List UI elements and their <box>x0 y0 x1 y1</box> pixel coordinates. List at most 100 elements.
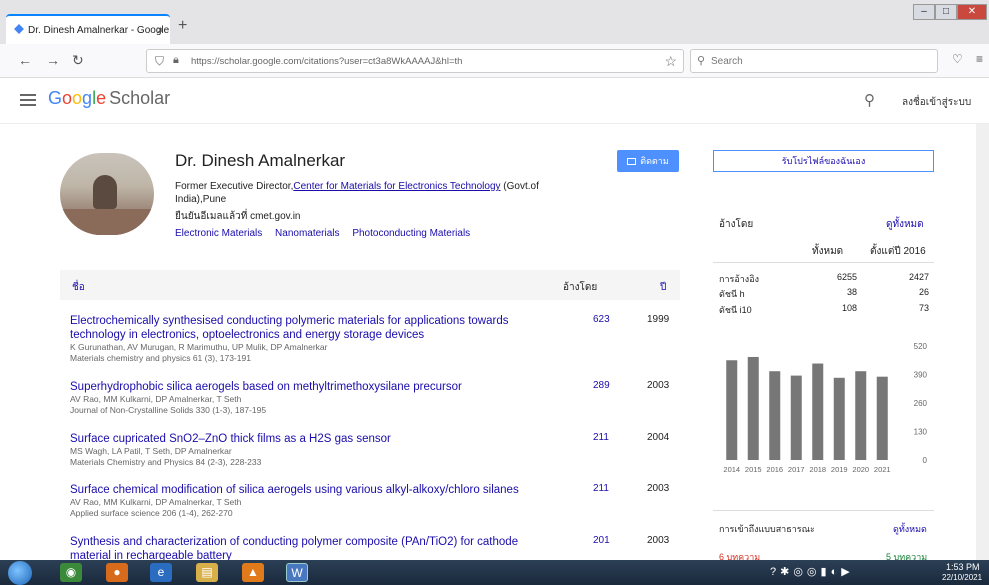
word-icon[interactable]: W <box>286 563 308 582</box>
affiliation-prefix: Former Executive Director, <box>175 181 294 192</box>
start-button[interactable] <box>8 561 32 585</box>
y-tick-label: 0 <box>923 456 928 465</box>
stat-all: 6255 <box>836 272 857 282</box>
interest-link[interactable]: Nanomaterials <box>275 228 339 239</box>
x-tick-label: 2017 <box>788 465 805 474</box>
article-cited-link[interactable]: 211 <box>593 483 609 494</box>
cited-by-heading: อ้างโดย <box>719 219 754 230</box>
article-cited-link[interactable]: 211 <box>593 432 609 443</box>
browser-tab-bar: Dr. Dinesh Amalnerkar - Google × + – □ ✕ <box>0 0 989 44</box>
bar-2016[interactable] <box>769 371 781 460</box>
window-controls: – □ ✕ <box>913 4 987 20</box>
table-row: Surface cupricated SnO2–ZnO thick films … <box>70 432 680 468</box>
shield-icon[interactable]: ⛉ <box>155 54 164 69</box>
minimize-icon[interactable]: – <box>913 4 935 20</box>
x-tick-label: 2021 <box>874 465 891 474</box>
article-year: 2004 <box>647 432 670 443</box>
article-authors: AV Rao, MM Kulkarni, DP Amalnerkar, T Se… <box>70 497 242 507</box>
article-title-link[interactable]: Superhydrophobic silica aerogels based o… <box>70 380 540 394</box>
windows-taskbar: ◉ ● e ▤ ▲ W ?✱◎◎▮◐▶ 1:53 PM 22/10/2021 <box>0 560 989 585</box>
scholar-header: Google Scholar ⚲ ลงชื่อเข้าสู่ระบบ <box>0 78 989 124</box>
reload-icon[interactable]: ↻ <box>72 52 84 69</box>
bar-2020[interactable] <box>855 371 867 460</box>
stats-col-all: ทั้งหมด <box>812 246 844 257</box>
sort-by-cited[interactable]: อ้างโดย <box>563 280 597 295</box>
stat-since: 73 <box>918 303 929 313</box>
new-tab-button[interactable]: + <box>178 17 187 35</box>
bar-2019[interactable] <box>833 377 845 460</box>
view-all-citations-link[interactable]: ดูทั้งหมด <box>886 217 924 232</box>
affiliation-link[interactable]: Center for Materials for Electronics Tec… <box>293 181 500 192</box>
hamburger-menu-icon[interactable] <box>20 94 36 109</box>
bar-2021[interactable] <box>876 376 888 460</box>
browser-tab[interactable]: Dr. Dinesh Amalnerkar - Google × <box>6 14 170 44</box>
profile-affiliation: Former Executive Director,Center for Mat… <box>175 180 570 206</box>
article-cited-link[interactable]: 623 <box>593 314 610 325</box>
forward-arrow-icon[interactable]: → <box>46 52 60 68</box>
sort-by-year[interactable]: ปี <box>660 280 666 295</box>
article-cited-link[interactable]: 201 <box>593 535 610 546</box>
firefox-icon[interactable]: ● <box>106 563 128 582</box>
article-year: 2003 <box>647 535 670 546</box>
interest-link[interactable]: Photoconducting Materials <box>352 228 470 239</box>
maximize-icon[interactable]: □ <box>935 4 957 20</box>
x-tick-label: 2018 <box>809 465 826 474</box>
google-scholar-logo[interactable]: Google Scholar <box>48 88 170 109</box>
article-title-link[interactable]: Synthesis and characterization of conduc… <box>70 535 540 560</box>
search-icon: ⚲ <box>697 55 706 67</box>
stat-label: ดัชนี i10 <box>719 305 752 315</box>
bar-2017[interactable] <box>790 375 802 460</box>
pocket-icon[interactable]: ♡ <box>952 52 963 66</box>
menu-icon[interactable]: ≡ <box>976 52 983 66</box>
article-cited-link[interactable]: 289 <box>593 380 610 391</box>
article-title-link[interactable]: Electrochemically synthesised conducting… <box>70 314 540 342</box>
divider <box>713 510 934 511</box>
internet-explorer-icon[interactable]: e <box>150 563 172 582</box>
logo-letter: e <box>96 88 107 108</box>
y-tick-label: 520 <box>914 342 928 351</box>
stat-since: 2427 <box>908 272 929 282</box>
address-bar[interactable]: ⛉ 🔒︎ https://scholar.google.com/citation… <box>146 49 684 73</box>
file-explorer-icon[interactable]: ▤ <box>196 563 218 582</box>
article-authors: AV Rao, MM Kulkarni, DP Amalnerkar, T Se… <box>70 394 242 404</box>
logo-letter: o <box>62 88 73 108</box>
bar-2015[interactable] <box>747 356 759 460</box>
article-authors: MS Wagh, LA Patil, T Seth, DP Amalnerkar <box>70 446 232 456</box>
stats-col-since: ตั้งแต่ปี 2016 <box>870 246 926 257</box>
divider <box>713 262 934 263</box>
article-title-link[interactable]: Surface cupricated SnO2–ZnO thick films … <box>70 432 540 446</box>
chrome-icon[interactable]: ◉ <box>60 563 82 582</box>
page-scrollbar[interactable] <box>976 124 989 560</box>
x-tick-label: 2015 <box>745 465 762 474</box>
system-tray[interactable]: ?✱◎◎▮◐▶ <box>770 565 854 578</box>
browser-search-input[interactable]: ⚲ Search <box>690 49 938 73</box>
x-tick-label: 2019 <box>831 465 848 474</box>
y-tick-label: 130 <box>914 428 928 437</box>
back-arrow-icon[interactable]: ← <box>18 52 32 68</box>
y-tick-label: 260 <box>914 399 928 408</box>
article-title-link[interactable]: Surface chemical modification of silica … <box>70 483 540 497</box>
bookmark-star-icon[interactable]: ☆ <box>664 53 677 70</box>
x-tick-label: 2016 <box>766 465 783 474</box>
article-year: 2003 <box>647 483 670 494</box>
logo-letter: G <box>48 88 63 108</box>
articles-table-header: ชื่อ อ้างโดย ปี <box>60 270 680 300</box>
clock-time: 1:53 PM <box>946 562 980 572</box>
lock-icon[interactable]: 🔒︎ <box>173 54 179 67</box>
view-all-public-access-link[interactable]: ดูทั้งหมด <box>893 522 927 536</box>
stat-label: การอ้างอิง <box>719 274 759 284</box>
sign-in-link[interactable]: ลงชื่อเข้าสู่ระบบ <box>902 95 971 110</box>
vlc-icon[interactable]: ▲ <box>242 563 264 582</box>
sort-by-title[interactable]: ชื่อ <box>72 280 85 295</box>
profile-photo <box>60 153 154 235</box>
article-venue: Applied surface science 206 (1-4), 262-2… <box>70 508 233 518</box>
close-window-icon[interactable]: ✕ <box>957 4 987 20</box>
tab-close-icon[interactable]: × <box>157 23 164 37</box>
follow-button[interactable]: ติดตาม <box>617 150 679 172</box>
scholar-search-icon[interactable]: ⚲ <box>864 91 875 109</box>
bar-2018[interactable] <box>812 363 824 460</box>
interest-link[interactable]: Electronic Materials <box>175 228 262 239</box>
table-row: Synthesis and characterization of conduc… <box>70 535 680 560</box>
claim-profile-button[interactable]: รับโปรไฟล์ของฉันเอง <box>713 150 934 172</box>
bar-2014[interactable] <box>726 360 738 460</box>
